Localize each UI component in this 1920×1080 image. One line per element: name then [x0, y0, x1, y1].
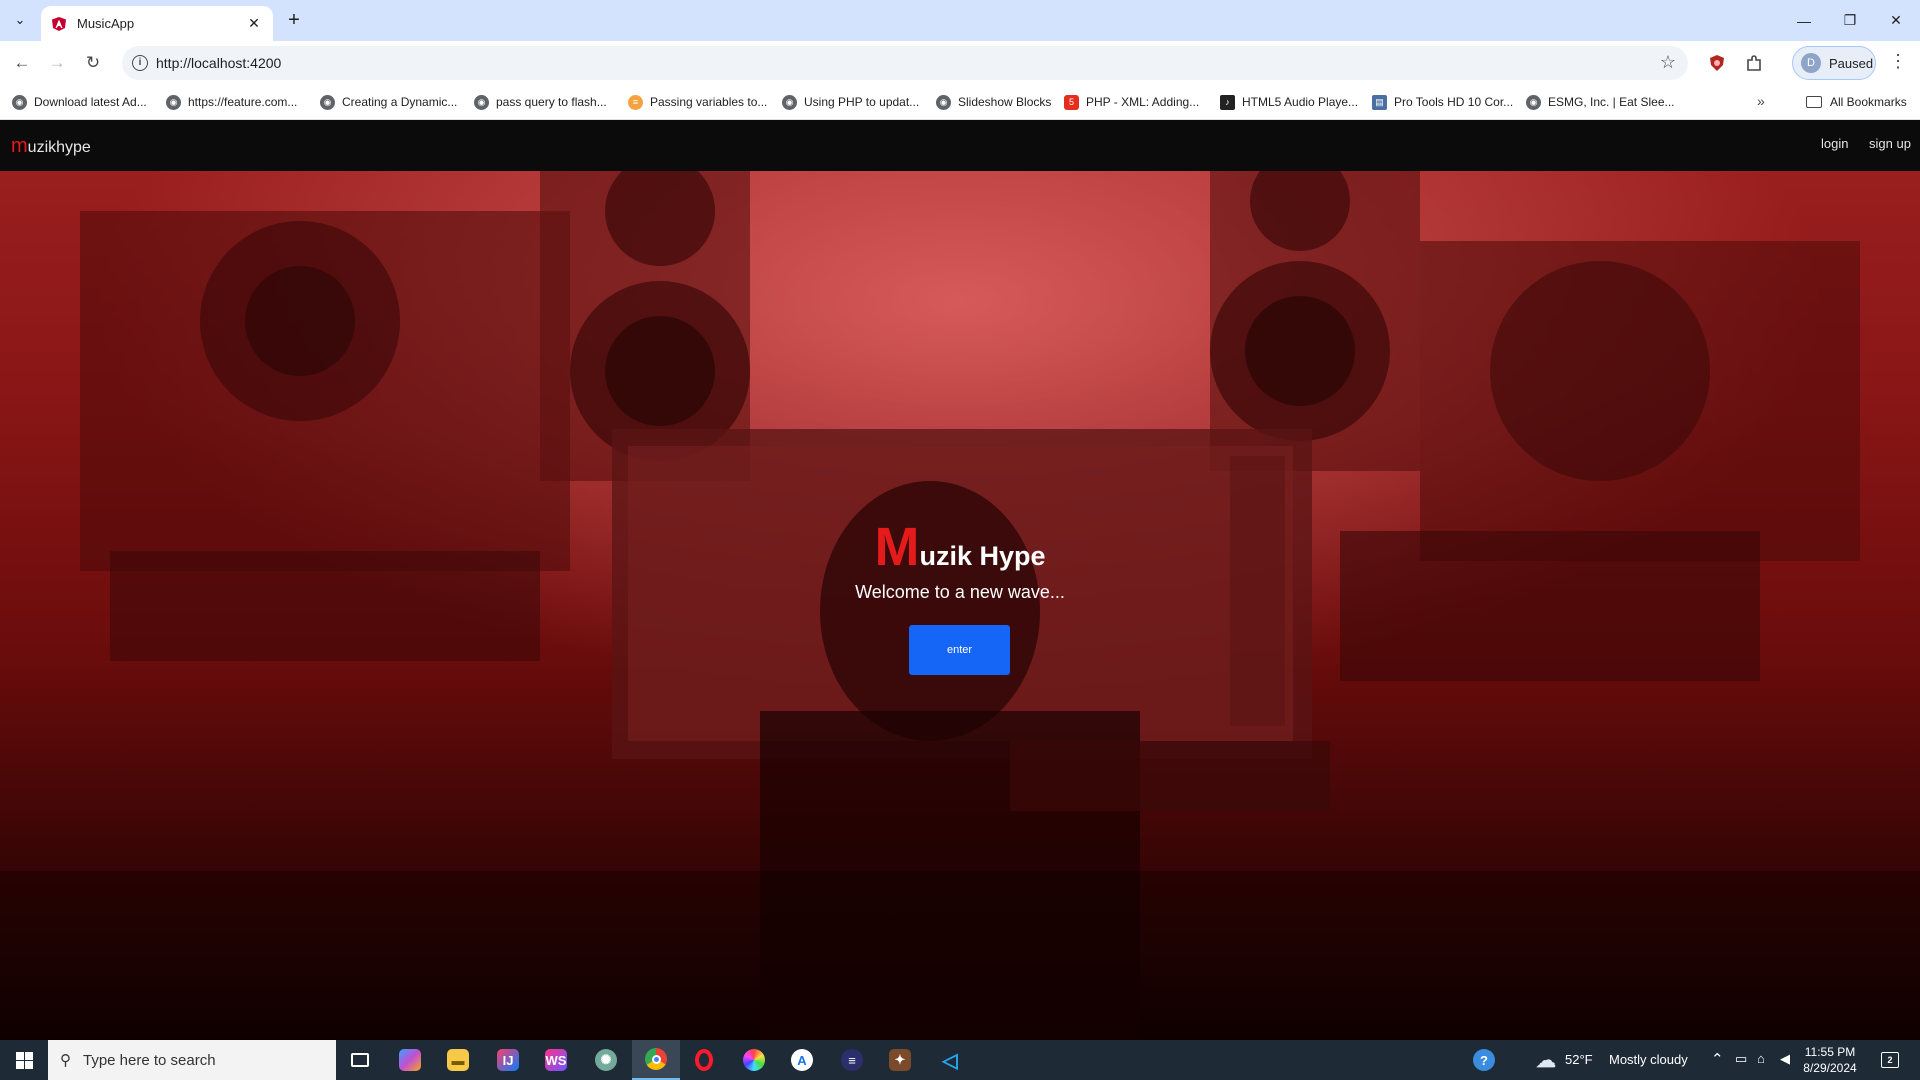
file-explorer-icon[interactable]: ▬	[434, 1040, 482, 1080]
signup-link[interactable]: sign up	[1869, 136, 1911, 151]
site-info-icon[interactable]: i	[132, 55, 148, 71]
hero-title: Muzik Hype	[874, 517, 1046, 577]
notifications-icon[interactable]: 2	[1866, 1040, 1914, 1080]
page-icon: ▤	[1372, 94, 1387, 110]
bookmark-item[interactable]: ◉ https://feature.com...	[166, 92, 297, 112]
clock-time: 11:55 PM	[1804, 1045, 1856, 1059]
browser-tab-bar: ⌄ MusicApp ✕ + — ❐ ✕	[0, 0, 1920, 41]
window-close-icon[interactable]: ✕	[1873, 0, 1919, 41]
bookmark-item[interactable]: ◉ Creating a Dynamic...	[320, 92, 457, 112]
weather-description[interactable]: Mostly cloudy	[1609, 1052, 1688, 1067]
intellij-icon[interactable]: IJ	[484, 1040, 532, 1080]
weather-temp[interactable]: 52°F	[1565, 1052, 1593, 1067]
system-clock[interactable]: 11:55 PM 8/29/2024	[1800, 1044, 1860, 1076]
weather-cloud-icon[interactable]: ☁	[1522, 1040, 1570, 1080]
task-view-icon[interactable]	[336, 1040, 384, 1080]
html5-icon: 5	[1064, 94, 1079, 110]
folder-icon	[1806, 96, 1822, 108]
media-app-icon[interactable]: ≡	[828, 1040, 876, 1080]
browser-menu-icon[interactable]: ⋮	[1888, 51, 1908, 75]
extension-shield-icon[interactable]	[1707, 53, 1727, 73]
bookmark-item[interactable]: ≡ Passing variables to...	[628, 92, 767, 112]
address-bar[interactable]: i http://localhost:4200 ☆	[122, 46, 1688, 80]
meet-now-icon[interactable]: ▭	[1735, 1051, 1747, 1067]
bookmark-item[interactable]: ♪ HTML5 Audio Playe...	[1220, 92, 1358, 112]
extensions-puzzle-icon[interactable]	[1744, 53, 1764, 73]
profile-button[interactable]: D Paused	[1792, 46, 1876, 80]
more-bookmarks-chevron-icon[interactable]: »	[1757, 93, 1765, 109]
hero-subtitle: Welcome to a new wave...	[855, 582, 1065, 602]
globe-icon: ◉	[1526, 94, 1541, 110]
url-text[interactable]: http://localhost:4200	[156, 55, 281, 71]
chatgpt-icon[interactable]: ✺	[582, 1040, 630, 1080]
color-picker-icon[interactable]	[730, 1040, 778, 1080]
login-link[interactable]: login	[1821, 136, 1848, 151]
bookmark-item[interactable]: ◉ pass query to flash...	[474, 92, 607, 112]
profile-status: Paused	[1829, 55, 1874, 71]
globe-icon: ◉	[12, 94, 27, 110]
hero-content: Muzik Hype Welcome to a new wave... ente…	[0, 171, 1920, 1040]
bookmark-item[interactable]: ◉ ESMG, Inc. | Eat Slee...	[1526, 92, 1675, 112]
start-button[interactable]	[0, 1040, 48, 1080]
search-icon: ⚲	[60, 1052, 71, 1069]
hero-section: Muzik Hype Welcome to a new wave... ente…	[0, 171, 1920, 1040]
restore-icon[interactable]: ❐	[1827, 0, 1873, 41]
help-icon[interactable]: ?	[1460, 1040, 1508, 1080]
bookmarks-bar: ◉ Download latest Ad... ◉ https://feature.…	[0, 85, 1920, 120]
globe-icon: ◉	[166, 94, 181, 110]
globe-icon: ◉	[474, 94, 489, 110]
app-navbar: muzikhype login sign up	[0, 120, 1920, 171]
opera-icon[interactable]	[680, 1040, 728, 1080]
copilot-icon[interactable]	[386, 1040, 434, 1080]
game-app-icon[interactable]: ✦	[876, 1040, 924, 1080]
webstorm-icon[interactable]: WS	[532, 1040, 580, 1080]
tray-chevron-up-icon[interactable]: ⌃	[1711, 1050, 1724, 1068]
audio-player-icon: ♪	[1220, 94, 1235, 110]
enter-button[interactable]: enter	[909, 625, 1010, 675]
bookmark-item[interactable]: ▤ Pro Tools HD 10 Cor...	[1372, 92, 1513, 112]
volume-icon[interactable]: ◀	[1780, 1051, 1790, 1067]
bookmark-item[interactable]: ◉ Download latest Ad...	[12, 92, 147, 112]
bookmark-item[interactable]: 5 PHP - XML: Adding...	[1064, 92, 1199, 112]
all-bookmarks-button[interactable]: All Bookmarks	[1806, 92, 1907, 112]
back-icon[interactable]: ←	[8, 49, 36, 77]
windows-logo-icon	[15, 1051, 33, 1069]
bookmark-item[interactable]: ◉ Using PHP to updat...	[782, 92, 919, 112]
reload-icon[interactable]: ↻	[79, 49, 107, 77]
tab-search-icon[interactable]: ⌄	[8, 8, 32, 32]
globe-icon: ◉	[782, 94, 797, 110]
windows-taskbar: ⚲ Type here to search ▬ IJ WS ✺ A ≡ ✦ ◁ …	[0, 1040, 1920, 1080]
new-tab-button[interactable]: +	[282, 9, 306, 33]
globe-icon: ◉	[320, 94, 335, 110]
tab-close-icon[interactable]: ✕	[245, 15, 263, 32]
chrome-icon[interactable]	[632, 1040, 680, 1080]
globe-icon: ◉	[936, 94, 951, 110]
brand-logo[interactable]: muzikhype	[11, 135, 91, 158]
bookmark-star-icon[interactable]: ☆	[1660, 52, 1676, 73]
search-placeholder: Type here to search	[83, 1051, 216, 1069]
vscode-icon[interactable]: ◁	[926, 1040, 974, 1080]
page-viewport: muzikhype login sign up Muzik Hype Welco…	[0, 120, 1920, 1040]
stack-icon: ≡	[628, 94, 643, 110]
forward-icon[interactable]: →	[43, 49, 71, 77]
minimize-icon[interactable]: —	[1781, 0, 1827, 41]
avatar: D	[1801, 53, 1821, 73]
tab-title: MusicApp	[77, 16, 135, 31]
tab-musicapp[interactable]: MusicApp ✕	[41, 6, 273, 41]
angular-icon	[52, 16, 66, 31]
app-store-icon[interactable]: A	[778, 1040, 826, 1080]
network-icon[interactable]: ⌂	[1757, 1051, 1765, 1066]
clock-date: 8/29/2024	[1803, 1061, 1857, 1075]
taskbar-search-box[interactable]: ⚲ Type here to search	[48, 1040, 336, 1080]
browser-toolbar: ← → ↻ i http://localhost:4200 ☆ D Paused…	[0, 41, 1920, 85]
bookmark-item[interactable]: ◉ Slideshow Blocks	[936, 92, 1051, 112]
